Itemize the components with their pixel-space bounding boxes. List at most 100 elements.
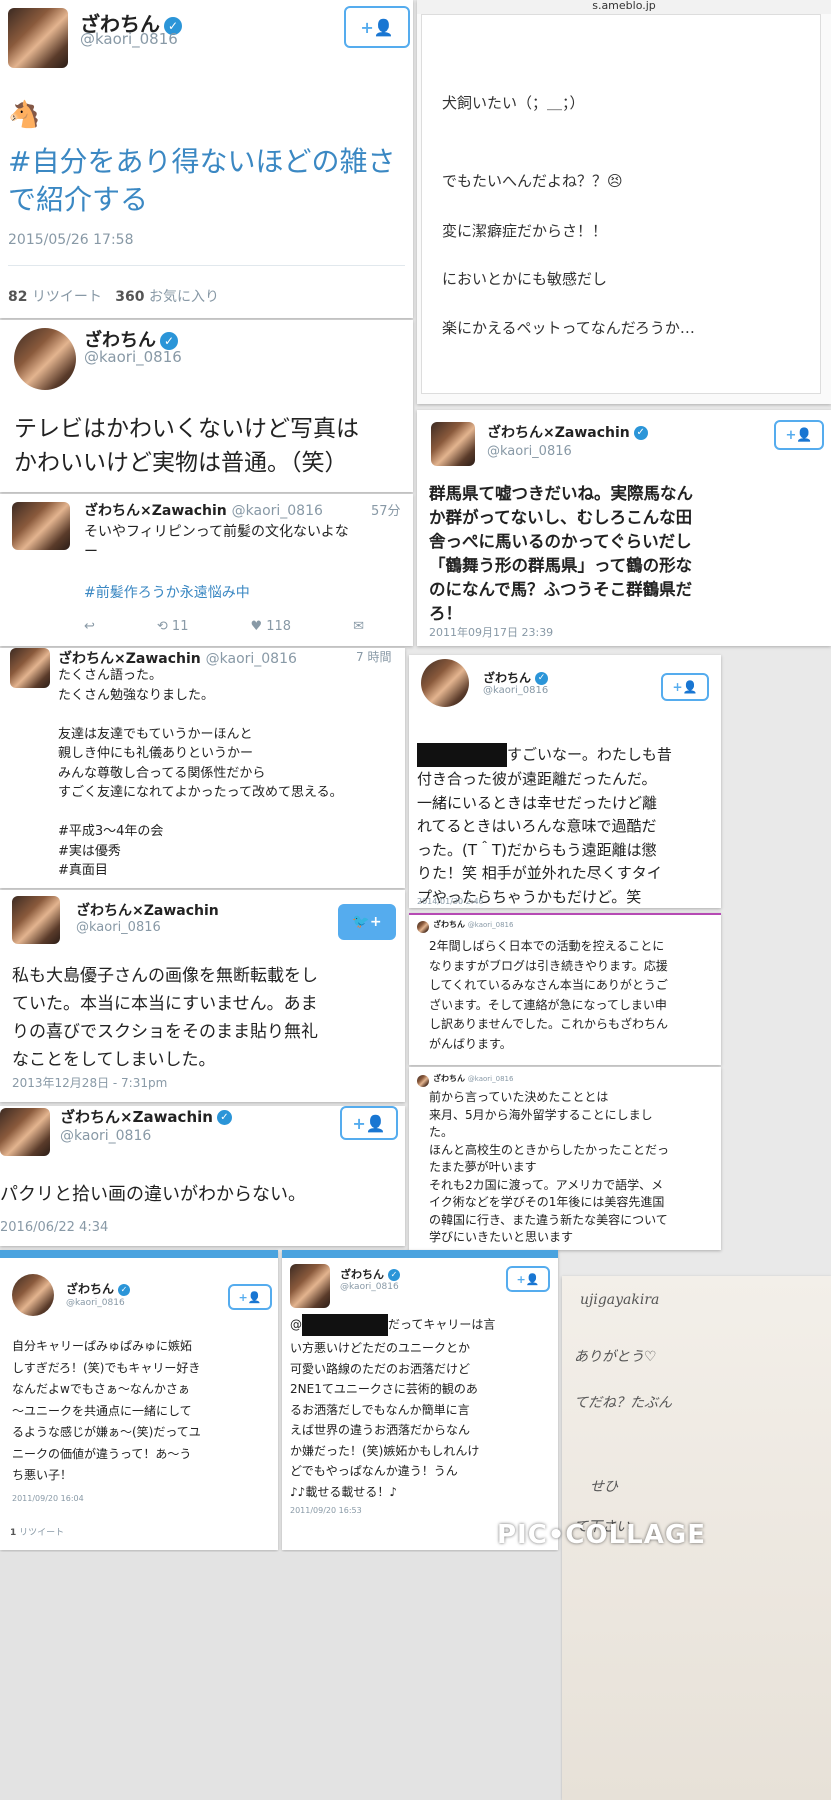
tweet-card-12: ざわちん ✓ @kaori_0816 +👤 @ だってキャリーは言 い方悪いけどただ… [282, 1250, 558, 1550]
user-handle[interactable]: @kaori_0816 [468, 1075, 514, 1083]
like-button[interactable]: ♥ 118 [250, 619, 291, 634]
blog-line: 楽にかえるペットってなんだろうか… [442, 319, 695, 337]
tweet-time: 57分 [371, 504, 401, 519]
tweet-card-5: ざわちん×Zawachin @kaori_0816 7 時間 たくさん語った。 … [0, 648, 405, 888]
user-name[interactable]: ざわちん ✓ [340, 1266, 400, 1282]
action-bar: ↩ ⟲ 11 ♥ 118 ✉ [84, 619, 364, 634]
tweet-text: 前から言っていた決めたこととは 来月、5月から海外留学することにしまし た。 ほ… [429, 1090, 670, 1244]
user-name[interactable]: ざわちん×Zawachin @kaori_0816 [58, 648, 297, 668]
redaction-bar [302, 1314, 388, 1336]
url-bar[interactable]: s.ameblo.jp [417, 0, 831, 14]
avatar[interactable] [431, 422, 475, 466]
follow-button[interactable]: +👤 [340, 1106, 398, 1140]
user-handle[interactable]: @kaori_0816 [483, 685, 548, 696]
follow-button[interactable]: +👤 [228, 1284, 272, 1310]
avatar[interactable] [417, 921, 429, 933]
letter-line: ujigayakira [580, 1292, 660, 1308]
tweet-date: 2016/06/22 4:34 [0, 1220, 109, 1235]
tweet-text: そいやフィリピンって前髪の文化ないよな ー [84, 524, 349, 560]
like-label: お気に入り [148, 289, 219, 305]
tweet-text: たくさん語った。 たくさん勉強なりました。 友達は友達でもていうかーほんと 親し… [58, 668, 343, 878]
divider [8, 265, 405, 266]
avatar[interactable] [0, 1108, 50, 1156]
avatar[interactable] [421, 659, 469, 707]
user-handle[interactable]: @kaori_0816 [66, 1298, 125, 1308]
add-user-icon: +👤 [238, 1290, 262, 1304]
tweet-card-4: ざわちん×Zawachin ✓ @kaori_0816 +👤 群馬県て嘘つきだいね… [417, 410, 831, 646]
stats-row: 1 リツイート [10, 1525, 64, 1538]
hashtag-link[interactable]: #前髪作ろうか永遠悩み中 [84, 582, 250, 602]
user-handle[interactable]: @kaori_0816 [80, 30, 178, 48]
tweet-card-10: ざわちん×Zawachin ✓ @kaori_0816 +👤 パクリと拾い画の違い… [0, 1106, 405, 1246]
tweet-date: 2015/05/26 17:58 [8, 232, 134, 248]
user-handle[interactable]: @kaori_0816 [340, 1282, 399, 1292]
collage-background [0, 1552, 560, 1800]
tweet-date: 2011年09月17日 23:39 [429, 626, 554, 639]
user-handle[interactable]: @kaori_0816 [206, 651, 297, 667]
user-handle[interactable]: @kaori_0816 [60, 1128, 151, 1144]
avatar[interactable] [12, 896, 60, 944]
dm-icon[interactable]: ✉ [353, 619, 364, 634]
tweet-text: テレビはかわいくないけど写真は かわいいけど実物は普通。（笑） [14, 416, 359, 476]
avatar[interactable] [14, 328, 76, 390]
tweet-date: 2014/01/30 2:46 [417, 897, 484, 906]
user-name[interactable]: ざわちん×Zawachin ✓ [487, 422, 648, 442]
blog-line: 変に潔癖症だからさ！！ [442, 222, 608, 240]
letter-line: せひ [590, 1479, 618, 1495]
card-top-bar [282, 1250, 558, 1258]
follow-button[interactable]: +👤 [661, 673, 709, 701]
user-name[interactable]: ざわちん×Zawachin ✓ [60, 1106, 232, 1127]
user-name[interactable]: ざわちん @kaori_0816 [433, 1073, 513, 1084]
user-name[interactable]: ざわちん ✓ [66, 1280, 131, 1297]
follow-button[interactable]: +👤 [774, 420, 824, 450]
add-user-icon: +👤 [516, 1272, 540, 1286]
tweet-date: 2011/09/20 16:04 [12, 1494, 84, 1503]
follow-button[interactable]: +👤 [344, 6, 410, 48]
avatar[interactable] [8, 8, 68, 68]
letter-line: ありがとう♡ [574, 1349, 657, 1365]
user-handle[interactable]: @kaori_0816 [76, 920, 161, 935]
user-name[interactable]: ざわちん×Zawachin [76, 900, 219, 920]
avatar[interactable] [10, 648, 50, 688]
blog-line: でもたいへんだよね？？😣 [442, 172, 623, 190]
like-count[interactable]: 360 [115, 289, 144, 305]
tweet-card-9: ざわちん @kaori_0816 前から言っていた決めたこととは 来月、5月から… [409, 1067, 721, 1250]
user-handle[interactable]: @kaori_0816 [468, 921, 514, 929]
user-handle[interactable]: @kaori_0816 [84, 348, 182, 366]
blog-screenshot: s.ameblo.jp 犬飼いたい（；＿；） でもたいへんだよね？？😣 変に潔癖… [417, 0, 831, 404]
tweet-time: 7 時間 [356, 650, 392, 664]
verified-icon: ✓ [216, 1110, 232, 1125]
avatar[interactable] [290, 1264, 330, 1308]
stats-row: 82 リツイート 360 お気に入り [8, 286, 219, 306]
card-top-bar [0, 1250, 278, 1258]
tweet-text: 2年間しばらく日本での活動を控えることに なりますがブログは引き続きやります。応… [429, 939, 669, 1051]
tweet-card-6: ざわちん ✓ @kaori_0816 +👤 すごいなー。わたしも昔 付き合った彼が… [409, 655, 721, 908]
retweet-label: リツイート [19, 1528, 65, 1538]
user-handle[interactable]: @kaori_0816 [487, 444, 572, 459]
hashtag-link[interactable]: #自分をあり得ないほどの雑さで紹介する [8, 143, 408, 219]
tweet-text: パクリと拾い画の違いがわからない。 [0, 1184, 306, 1205]
avatar[interactable] [12, 502, 70, 550]
verified-icon: ✓ [118, 1283, 131, 1296]
verified-icon: ✓ [388, 1269, 400, 1281]
tweet-card-1: ざわちん ✓ @kaori_0816 +👤 🐴 #自分をあり得ないほどの雑さで紹介… [0, 0, 413, 318]
avatar[interactable] [12, 1274, 54, 1316]
user-handle[interactable]: @kaori_0816 [232, 503, 323, 519]
user-name[interactable]: ざわちん @kaori_0816 [433, 919, 513, 930]
add-user-icon: +👤 [352, 1113, 386, 1133]
reply-icon[interactable]: ↩ [84, 619, 95, 634]
verified-icon: ✓ [633, 426, 648, 440]
user-name[interactable]: ざわちん ✓ [483, 669, 549, 686]
tweet-card-7: ざわちん×Zawachin @kaori_0816 🐦+ 私も大島優子さんの画像… [0, 890, 405, 1102]
tweet-card-3: ざわちん×Zawachin @kaori_0816 57分 そいやフィリピンって… [0, 494, 413, 646]
tweet-card-2: ざわちん ✓ @kaori_0816 テレビはかわいくないけど写真は かわいいけど… [0, 320, 413, 492]
user-name[interactable]: ざわちん×Zawachin @kaori_0816 [84, 500, 323, 520]
follow-button[interactable]: 🐦+ [338, 904, 396, 940]
tweet-text: 私も大島優子さんの画像を無断転載をし ていた。本当に本当にすいません。あま りの… [12, 966, 318, 1070]
retweet-button[interactable]: ⟲ 11 [157, 619, 189, 634]
avatar[interactable] [417, 1075, 429, 1087]
follow-button[interactable]: +👤 [506, 1266, 550, 1292]
retweet-count[interactable]: 1 [10, 1528, 16, 1538]
verified-icon: ✓ [535, 672, 549, 685]
retweet-count[interactable]: 82 [8, 289, 27, 305]
